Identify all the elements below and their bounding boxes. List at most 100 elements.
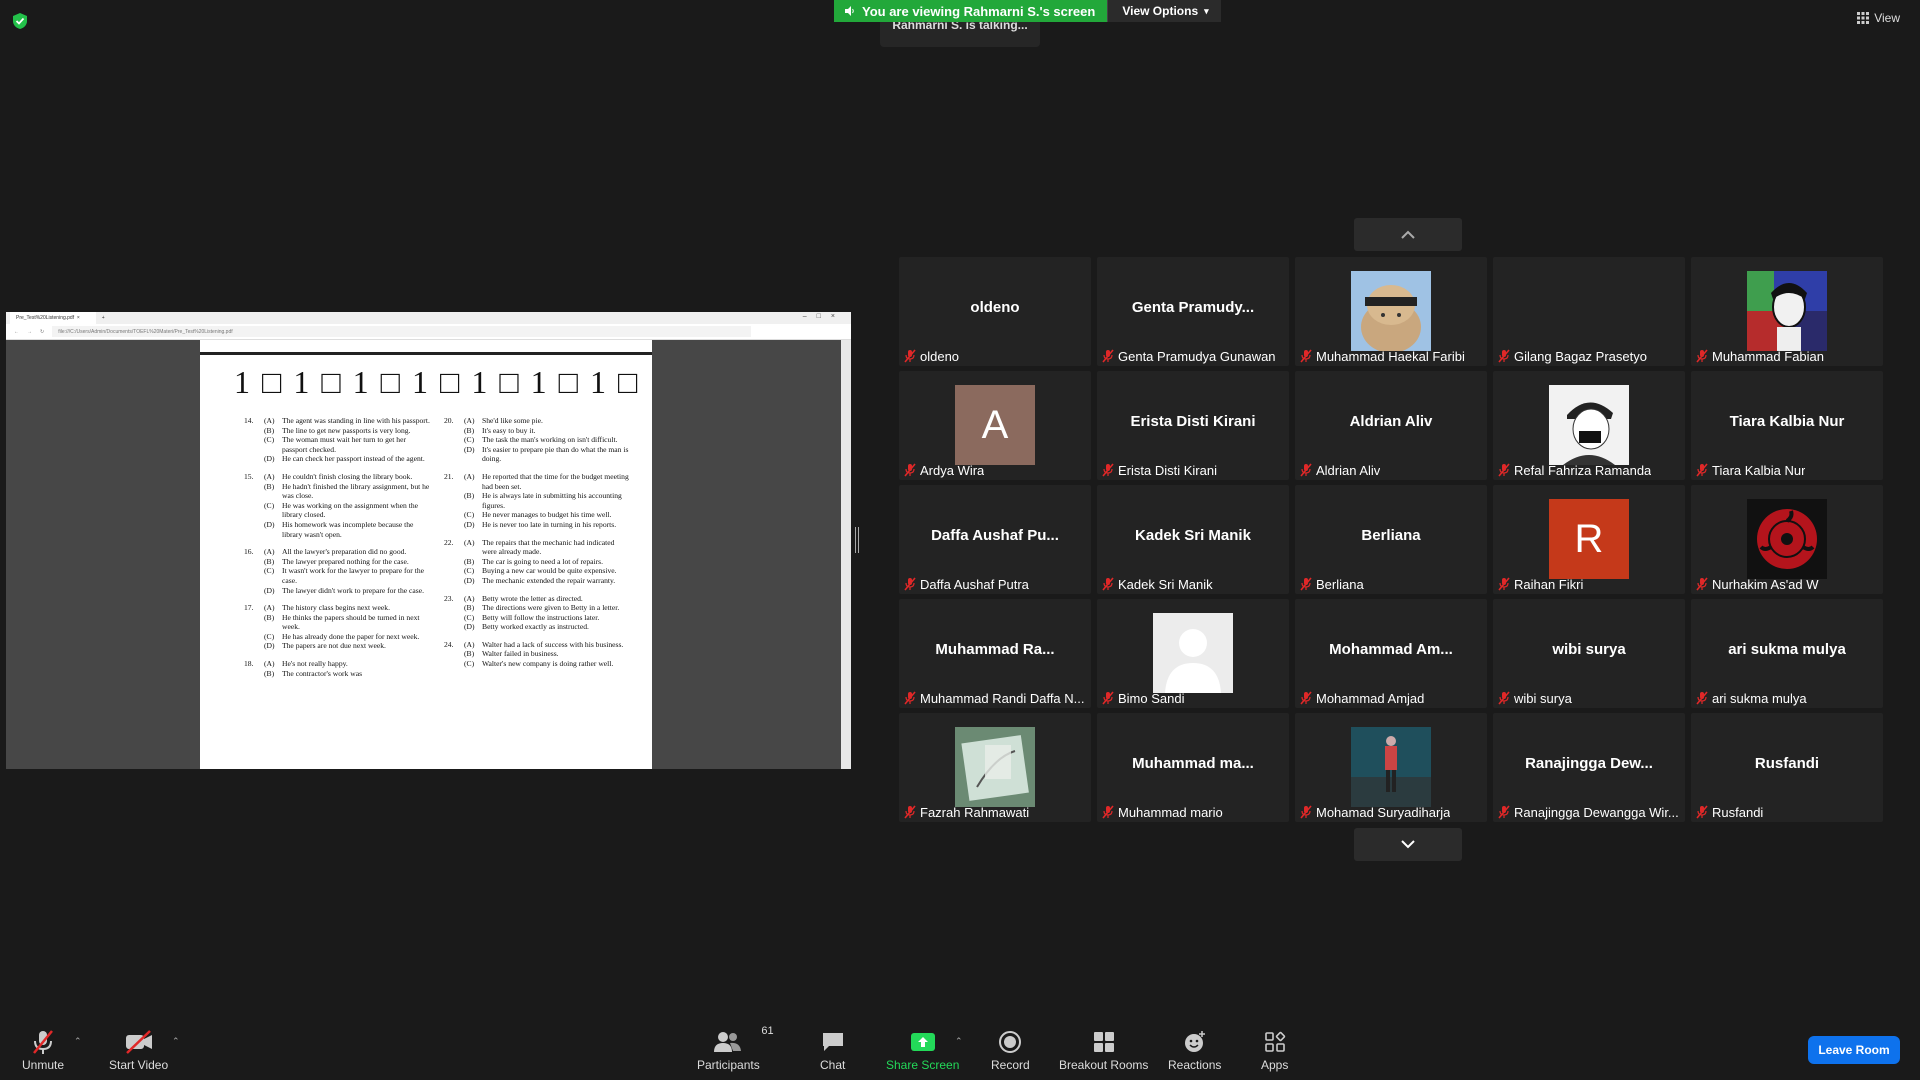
- participant-tile[interactable]: Refal Fahriza Ramanda: [1493, 371, 1685, 480]
- muted-mic-icon: [1498, 691, 1510, 705]
- participant-tile[interactable]: Nurhakim As'ad W: [1691, 485, 1883, 594]
- view-options-button[interactable]: View Options ▾: [1107, 0, 1221, 22]
- participant-name-label: Muhammad Haekal Faribi: [1299, 348, 1465, 364]
- participant-tile[interactable]: Kadek Sri Manik Kadek Sri Manik: [1097, 485, 1289, 594]
- answer-option: (D) The mechanic extended the repair warr…: [444, 576, 630, 586]
- option-text: The mechanic extended the repair warrant…: [482, 575, 616, 585]
- shared-screen[interactable]: Pre_Test%20Listening.pdf × + –□× ← → ↻ f…: [6, 312, 851, 769]
- question-item: 24. (A) Walter had a lack of success with …: [444, 640, 630, 669]
- participant-display-name: ari sukma mulya: [1728, 641, 1846, 658]
- participant-tile[interactable]: Fazrah Rahmawati: [899, 713, 1091, 822]
- question-number: [444, 445, 464, 464]
- record-button[interactable]: Record: [991, 1028, 1030, 1072]
- question-item: 15. (A) He couldn't finish closing the lib…: [244, 472, 430, 539]
- option-text: The car is going to need a lot of repair…: [482, 556, 604, 566]
- answer-option: 14. (A) The agent was standing in line wit…: [244, 416, 430, 426]
- avatar: [1351, 271, 1431, 351]
- avatar: [1153, 613, 1233, 693]
- question-item: 22. (A) The repairs that the mechanic had …: [444, 538, 630, 586]
- participant-name: Muhammad Fabian: [1712, 348, 1824, 364]
- participant-tile[interactable]: Rusfandi Rusfandi: [1691, 713, 1883, 822]
- participants-button[interactable]: 61 Participants: [697, 1025, 774, 1072]
- share-options-caret[interactable]: ⌃: [955, 1036, 963, 1047]
- audio-options-caret[interactable]: ⌃: [74, 1036, 82, 1047]
- participant-name-label: Erista Disti Kirani: [1101, 462, 1217, 478]
- option-text: He has already done the paper for next w…: [282, 631, 420, 641]
- participant-name: ari sukma mulya: [1712, 690, 1807, 706]
- question-number: 24.: [444, 639, 454, 649]
- participant-tile[interactable]: Mohamad Suryadiharja: [1295, 713, 1487, 822]
- participant-name-label: Nurhakim As'ad W: [1695, 576, 1819, 592]
- answer-option: (B) The directions were given to Betty in…: [444, 603, 630, 613]
- participant-tile[interactable]: Muhammad Haekal Faribi: [1295, 257, 1487, 366]
- participant-name: Kadek Sri Manik: [1118, 576, 1213, 592]
- view-options-label: View Options: [1122, 4, 1199, 18]
- encryption-shield-icon[interactable]: [12, 12, 28, 30]
- muted-mic-icon: [1300, 805, 1312, 819]
- avatar: [955, 727, 1035, 807]
- video-options-caret[interactable]: ⌃: [172, 1036, 180, 1047]
- participant-tile[interactable]: Daffa Aushaf Pu... Daffa Aushaf Putra: [899, 485, 1091, 594]
- participant-tile[interactable]: Mohammad Am... Mohammad Amjad: [1295, 599, 1487, 708]
- question-item: 20. (A) She'd like some pie. (B) It's easy t…: [444, 416, 630, 464]
- answer-option: 24. (A) Walter had a lack of success with …: [444, 640, 630, 650]
- muted-mic-icon: [1102, 805, 1114, 819]
- start-video-button[interactable]: Start Video: [109, 1028, 168, 1072]
- apps-label: Apps: [1261, 1058, 1289, 1072]
- breakout-rooms-label: Breakout Rooms: [1059, 1058, 1149, 1072]
- share-screen-button[interactable]: Share Screen: [886, 1028, 959, 1072]
- participant-tile[interactable]: A Ardya Wira: [899, 371, 1091, 480]
- participant-tile[interactable]: Ranajingga Dew... Ranajingga Dewangga Wir…: [1493, 713, 1685, 822]
- question-number: [244, 501, 264, 520]
- pdf-scrollbar[interactable]: [841, 340, 851, 769]
- answer-option: (B) The car is going to need a lot of rep…: [444, 557, 630, 567]
- participant-tile[interactable]: ari sukma mulya ari sukma mulya: [1691, 599, 1883, 708]
- apps-button[interactable]: Apps: [1261, 1028, 1288, 1072]
- participant-tile[interactable]: Muhammad Fabian: [1691, 257, 1883, 366]
- participant-name-label: Mohamad Suryadiharja: [1299, 804, 1450, 820]
- participant-tile[interactable]: Bimo Sandi: [1097, 599, 1289, 708]
- view-layout-button[interactable]: View: [1857, 11, 1900, 25]
- participant-tile[interactable]: Genta Pramudy... Genta Pramudya Gunawan: [1097, 257, 1289, 366]
- avatar: [1351, 727, 1431, 807]
- participant-tile[interactable]: Berliana Berliana: [1295, 485, 1487, 594]
- participant-tile[interactable]: Muhammad Ra... Muhammad Randi Daffa N...: [899, 599, 1091, 708]
- participant-tile[interactable]: Muhammad ma... Muhammad mario: [1097, 713, 1289, 822]
- option-letter: (C): [464, 612, 475, 622]
- question-number: [444, 557, 464, 567]
- gallery-next-button[interactable]: [1354, 828, 1462, 861]
- muted-mic-icon: [904, 349, 916, 363]
- participant-tile[interactable]: R Raihan Fikri: [1493, 485, 1685, 594]
- reactions-button[interactable]: Reactions: [1168, 1028, 1221, 1072]
- chat-icon: [822, 1033, 843, 1051]
- breakout-rooms-button[interactable]: Breakout Rooms: [1059, 1028, 1148, 1072]
- option-letter: (A): [464, 537, 475, 547]
- avatar: R: [1549, 499, 1629, 579]
- participant-display-name: Aldrian Aliv: [1349, 413, 1433, 430]
- participant-name-label: Ranajingga Dewangga Wir...: [1497, 804, 1679, 820]
- participants-icon: [714, 1032, 742, 1052]
- participant-tile[interactable]: Tiara Kalbia Nur Tiara Kalbia Nur: [1691, 371, 1883, 480]
- split-divider-handle[interactable]: [855, 527, 859, 553]
- question-column-left: 14. (A) The agent was standing in line wit…: [244, 416, 430, 686]
- answer-option: (B) It's easy to buy it.: [444, 426, 630, 436]
- unmute-button[interactable]: Unmute: [22, 1028, 64, 1072]
- participant-tile[interactable]: Erista Disti Kirani Erista Disti Kirani: [1097, 371, 1289, 480]
- answer-option: (B) The lawyer prepared nothing for the c…: [244, 557, 430, 567]
- participant-tile[interactable]: Aldrian Aliv Aldrian Aliv: [1295, 371, 1487, 480]
- option-text: The line to get new passports is very lo…: [282, 425, 411, 435]
- muted-mic-icon: [1696, 805, 1708, 819]
- option-text: He is never too late in turning in his r…: [482, 519, 617, 529]
- leave-room-button[interactable]: Leave Room: [1808, 1036, 1900, 1064]
- gallery-prev-button[interactable]: [1354, 218, 1462, 251]
- question-number: [444, 613, 464, 623]
- viewing-status: You are viewing Rahmarni S.'s screen: [834, 0, 1108, 22]
- participant-tile[interactable]: oldeno oldeno: [899, 257, 1091, 366]
- participant-name: Aldrian Aliv: [1316, 462, 1381, 478]
- participant-tile[interactable]: Gilang Bagaz Prasetyo: [1493, 257, 1685, 366]
- participant-name: Ranajingga Dewangga Wir...: [1514, 804, 1679, 820]
- participant-display-name: oldeno: [970, 299, 1020, 316]
- question-number: [444, 491, 464, 510]
- chat-button[interactable]: Chat: [820, 1028, 845, 1072]
- participant-tile[interactable]: wibi surya wibi surya: [1493, 599, 1685, 708]
